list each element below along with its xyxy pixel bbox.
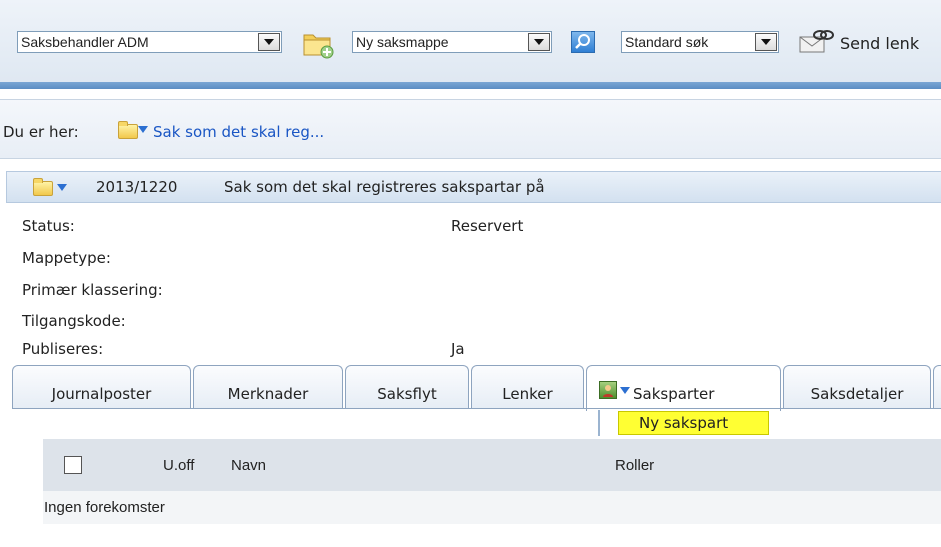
new-folder-select[interactable]: Ny saksmappe	[352, 31, 552, 53]
field-label-published: Publiseres:	[22, 340, 104, 358]
menu-edge	[598, 410, 600, 436]
tab-saksparter[interactable]: Saksparter	[586, 365, 781, 411]
field-label-access-code: Tilgangskode:	[22, 312, 126, 330]
breadcrumb-current-link[interactable]: Sak som det skal reg...	[153, 123, 324, 141]
party-icon	[599, 381, 617, 399]
tab-divider	[12, 408, 941, 409]
tab-label: Saksparter	[633, 385, 715, 403]
tab-bar: Journalposter Merknader Saksflyt Lenker …	[12, 365, 941, 411]
search-icon[interactable]	[571, 31, 595, 53]
column-header-navn[interactable]: Navn	[231, 457, 266, 474]
toolbar-spacer	[0, 89, 941, 99]
empty-message: Ingen forekomster	[44, 499, 165, 516]
case-details: Status: Reservert Mappetype: Primær klas…	[0, 203, 941, 365]
case-header: 2013/1220 Sak som det skal registreres s…	[6, 171, 941, 203]
send-link-icon	[799, 30, 834, 53]
grid-header: U.off Navn Roller	[43, 439, 941, 491]
search-mode-select[interactable]: Standard søk	[621, 31, 779, 53]
field-label-mappetype: Mappetype:	[22, 249, 111, 267]
tab-label: Lenker	[502, 385, 553, 403]
field-label-primary-classification: Primær klassering:	[22, 281, 163, 299]
tab-saksflyt[interactable]: Saksflyt	[345, 365, 469, 409]
send-link-button[interactable]: Send lenk	[798, 29, 941, 57]
tab-more[interactable]	[933, 365, 941, 409]
field-label-status: Status:	[22, 217, 75, 235]
tab-label: Journalposter	[51, 385, 152, 403]
chevron-down-icon[interactable]	[138, 126, 148, 133]
send-link-label: Send lenk	[840, 34, 920, 53]
toolbar-divider	[0, 82, 941, 89]
toolbar: Saksbehandler ADM Ny saksmappe Standard …	[0, 0, 941, 82]
new-party-label: Ny sakspart	[639, 414, 729, 432]
grid-empty-row: Ingen forekomster	[43, 491, 941, 524]
folder-icon[interactable]	[33, 178, 53, 196]
field-value-published: Ja	[451, 340, 465, 358]
new-party-menu-item[interactable]: Ny sakspart	[618, 411, 769, 435]
tab-merknader[interactable]: Merknader	[193, 365, 343, 409]
folder-icon[interactable]	[118, 121, 138, 139]
new-folder-select-value: Ny saksmappe	[356, 34, 449, 50]
column-header-roller[interactable]: Roller	[615, 457, 654, 474]
tab-saksdetaljer[interactable]: Saksdetaljer	[783, 365, 931, 409]
chevron-down-icon[interactable]	[57, 184, 67, 191]
tab-lenker[interactable]: Lenker	[471, 365, 584, 409]
new-folder-icon[interactable]	[302, 28, 336, 60]
chevron-down-icon[interactable]	[620, 387, 630, 394]
chevron-down-icon[interactable]	[528, 33, 550, 51]
tab-label: Saksflyt	[377, 385, 437, 403]
chevron-down-icon[interactable]	[258, 33, 280, 51]
user-select-value: Saksbehandler ADM	[21, 34, 149, 50]
tab-label: Saksdetaljer	[810, 385, 904, 403]
tab-journalposter[interactable]: Journalposter	[12, 365, 191, 409]
case-title: Sak som det skal registreres sakspartar …	[224, 178, 545, 196]
case-number: 2013/1220	[96, 178, 178, 196]
user-select[interactable]: Saksbehandler ADM	[17, 31, 282, 53]
select-all-checkbox[interactable]	[64, 456, 82, 474]
breadcrumb-prefix: Du er her:	[3, 123, 79, 141]
field-value-status: Reservert	[451, 217, 524, 235]
column-header-uoff[interactable]: U.off	[163, 457, 194, 474]
search-mode-select-value: Standard søk	[625, 34, 709, 50]
tab-label: Merknader	[227, 385, 309, 403]
saksparter-dropdown: Ny sakspart	[598, 410, 776, 436]
chevron-down-icon[interactable]	[755, 33, 777, 51]
breadcrumb: Du er her: Sak som det skal reg...	[0, 99, 941, 159]
